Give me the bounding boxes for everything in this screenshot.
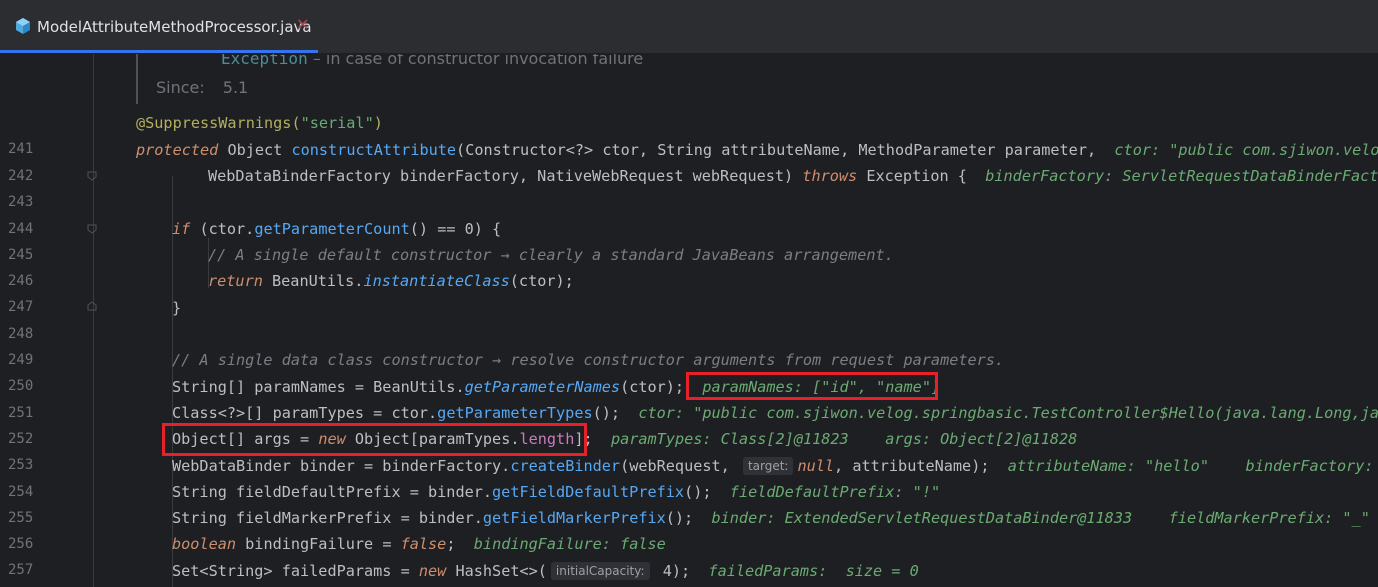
keyword: boolean [172, 535, 237, 553]
code-line-250: 250 // A single data class constructor →… [0, 347, 1378, 394]
close-icon[interactable]: ✕ [296, 15, 309, 34]
code-text: String fieldDefaultPrefix = binder. [172, 483, 493, 501]
code-text: WebDataBinder binder = binderFactory. [172, 457, 511, 475]
string-literal: "serial" [300, 114, 374, 132]
code-text: bindingFailure = [236, 535, 401, 553]
code-line-256: 256 String fieldMarkerPrefix = binder.ge… [0, 505, 1378, 552]
method-name: getParameterTypes [437, 404, 593, 422]
code-text: BeanUtils. [262, 272, 364, 290]
code-line-241: 241 @SuppressWarnings("serial") [0, 110, 1378, 157]
code-text: (); [665, 509, 694, 527]
code-text: (webRequest, [620, 457, 739, 475]
code-line-258: 258 Set<String> failedParams = new HashS… [0, 558, 1378, 584]
inline-debug-value: fieldMarkerPrefix: "_" [1168, 509, 1370, 527]
tab-title: ModelAttributeMethodProcessor.java [37, 18, 312, 36]
code-line-247: 247 return BeanUtils.instantiateClass(ct… [0, 268, 1378, 315]
code-line-248: 248 } [0, 295, 1378, 342]
highlight-box-paramnames [686, 372, 938, 400]
code-text: HashSet<>( [446, 562, 547, 580]
code-text: 4); [653, 562, 691, 580]
doc-exception-desc: – in case of constructor invocation fail… [307, 54, 644, 68]
parameter-hint: target: [742, 457, 794, 475]
code-text: (Constructor<?> ctor, String attributeNa… [456, 141, 1097, 159]
keyword: if [172, 220, 191, 238]
code-line-245: 245 if (ctor.getParameterCount() == 0) { [0, 216, 1378, 263]
annotation: @SuppressWarnings( [136, 114, 301, 132]
doc-exception-name: Exception [221, 54, 308, 68]
comment: // A single default constructor → clearl… [208, 246, 894, 264]
method-name: getFieldMarkerPrefix [482, 509, 666, 527]
code-editor[interactable]: Exception – in case of constructor invoc… [0, 54, 1378, 587]
inline-debug-value: binder: ExtendedServletRequestDataBinder… [711, 509, 1133, 527]
code-line-254: 254 WebDataBinder binder = binderFactory… [0, 453, 1378, 500]
inline-debug-value: fieldDefaultPrefix: "!" [729, 483, 941, 501]
doc-exception-row: Exception – in case of constructor invoc… [221, 54, 643, 68]
inline-debug-value: ctor: "public com.sjiwon.velog.springbas… [1114, 141, 1378, 159]
code-text: (ctor. [190, 220, 255, 238]
method-name: getParameterCount [254, 220, 410, 238]
keyword: false [400, 535, 447, 553]
method-name: constructAttribute [291, 141, 457, 159]
code-text: String[] paramNames = BeanUtils. [172, 378, 465, 396]
inline-debug-value: ctor: "public com.sjiwon.velog.springbas… [638, 404, 1378, 422]
inline-debug-value: binderFactory: ServletRequestDataBinderF… [1245, 457, 1374, 475]
code-text: String fieldMarkerPrefix = binder. [172, 509, 483, 527]
inline-debug-value: attributeName: "hello" [1007, 457, 1209, 475]
code-text: Set<String> failedParams = [172, 562, 419, 580]
keyword: null [797, 457, 835, 475]
active-tab-indicator [0, 50, 318, 53]
inline-debug-value: bindingFailure: false [473, 535, 666, 553]
parameter-hint: initialCapacity: [550, 562, 650, 580]
inline-debug-value: args: Object[2]@11828 [885, 430, 1078, 448]
method-name: getFieldDefaultPrefix [492, 483, 685, 501]
doc-since-value: 5.1 [222, 78, 249, 97]
editor-tab-bar: ModelAttributeMethodProcessor.java ✕ [0, 0, 1378, 54]
keyword: protected [136, 141, 219, 159]
code-text: Exception { [857, 167, 967, 185]
doc-since-row: Since: 5.1 [156, 78, 248, 97]
code-text: Object [218, 141, 292, 159]
inline-debug-value: binderFactory: ServletRequestDataBinderF… [985, 167, 1378, 185]
keyword: throws [802, 167, 858, 185]
method-name: getParameterNames [464, 378, 621, 396]
code-line-244: 244 [0, 190, 1378, 237]
comment: // A single data class constructor → res… [172, 351, 1005, 369]
doc-since-label: Since: [156, 78, 205, 97]
keyword: new [418, 562, 447, 580]
doc-comment-bar [136, 54, 138, 104]
code-text: } [172, 299, 182, 317]
method-name: createBinder [510, 457, 621, 475]
code-text: (); [684, 483, 712, 501]
inline-debug-value: failedParams: size = 0 [708, 562, 919, 580]
annotation-end: ) [373, 114, 383, 132]
inline-debug-value: paramTypes: Class[2]@11823 [610, 430, 849, 448]
code-text: (ctor); [509, 272, 574, 290]
highlight-box-args [162, 423, 587, 456]
code-text: () == 0) { [409, 220, 502, 238]
code-text: Class<?>[] paramTypes = ctor. [172, 404, 438, 422]
code-text: , attributeName); [834, 457, 990, 475]
method-name: instantiateClass [363, 272, 510, 290]
code-line-243: 243 WebDataBinderFactory binderFactory, … [0, 163, 1378, 210]
code-line-249: 249 [0, 321, 1378, 368]
keyword: return [208, 272, 263, 290]
code-line-246: 246 // A single default constructor → cl… [0, 242, 1378, 289]
editor-tab[interactable]: ModelAttributeMethodProcessor.java ✕ [0, 0, 318, 50]
code-line-255: 255 String fieldDefaultPrefix = binder.g… [0, 479, 1378, 526]
java-class-icon [16, 18, 30, 34]
code-text: ; [446, 535, 456, 553]
code-line-257: 257 boolean bindingFailure = false; bind… [0, 531, 1378, 578]
code-line-242: 242 protected Object constructAttribute(… [0, 137, 1378, 184]
code-text: (); [592, 404, 621, 422]
code-text: (ctor); [620, 378, 685, 396]
code-text: WebDataBinderFactory binderFactory, Nati… [208, 167, 803, 185]
